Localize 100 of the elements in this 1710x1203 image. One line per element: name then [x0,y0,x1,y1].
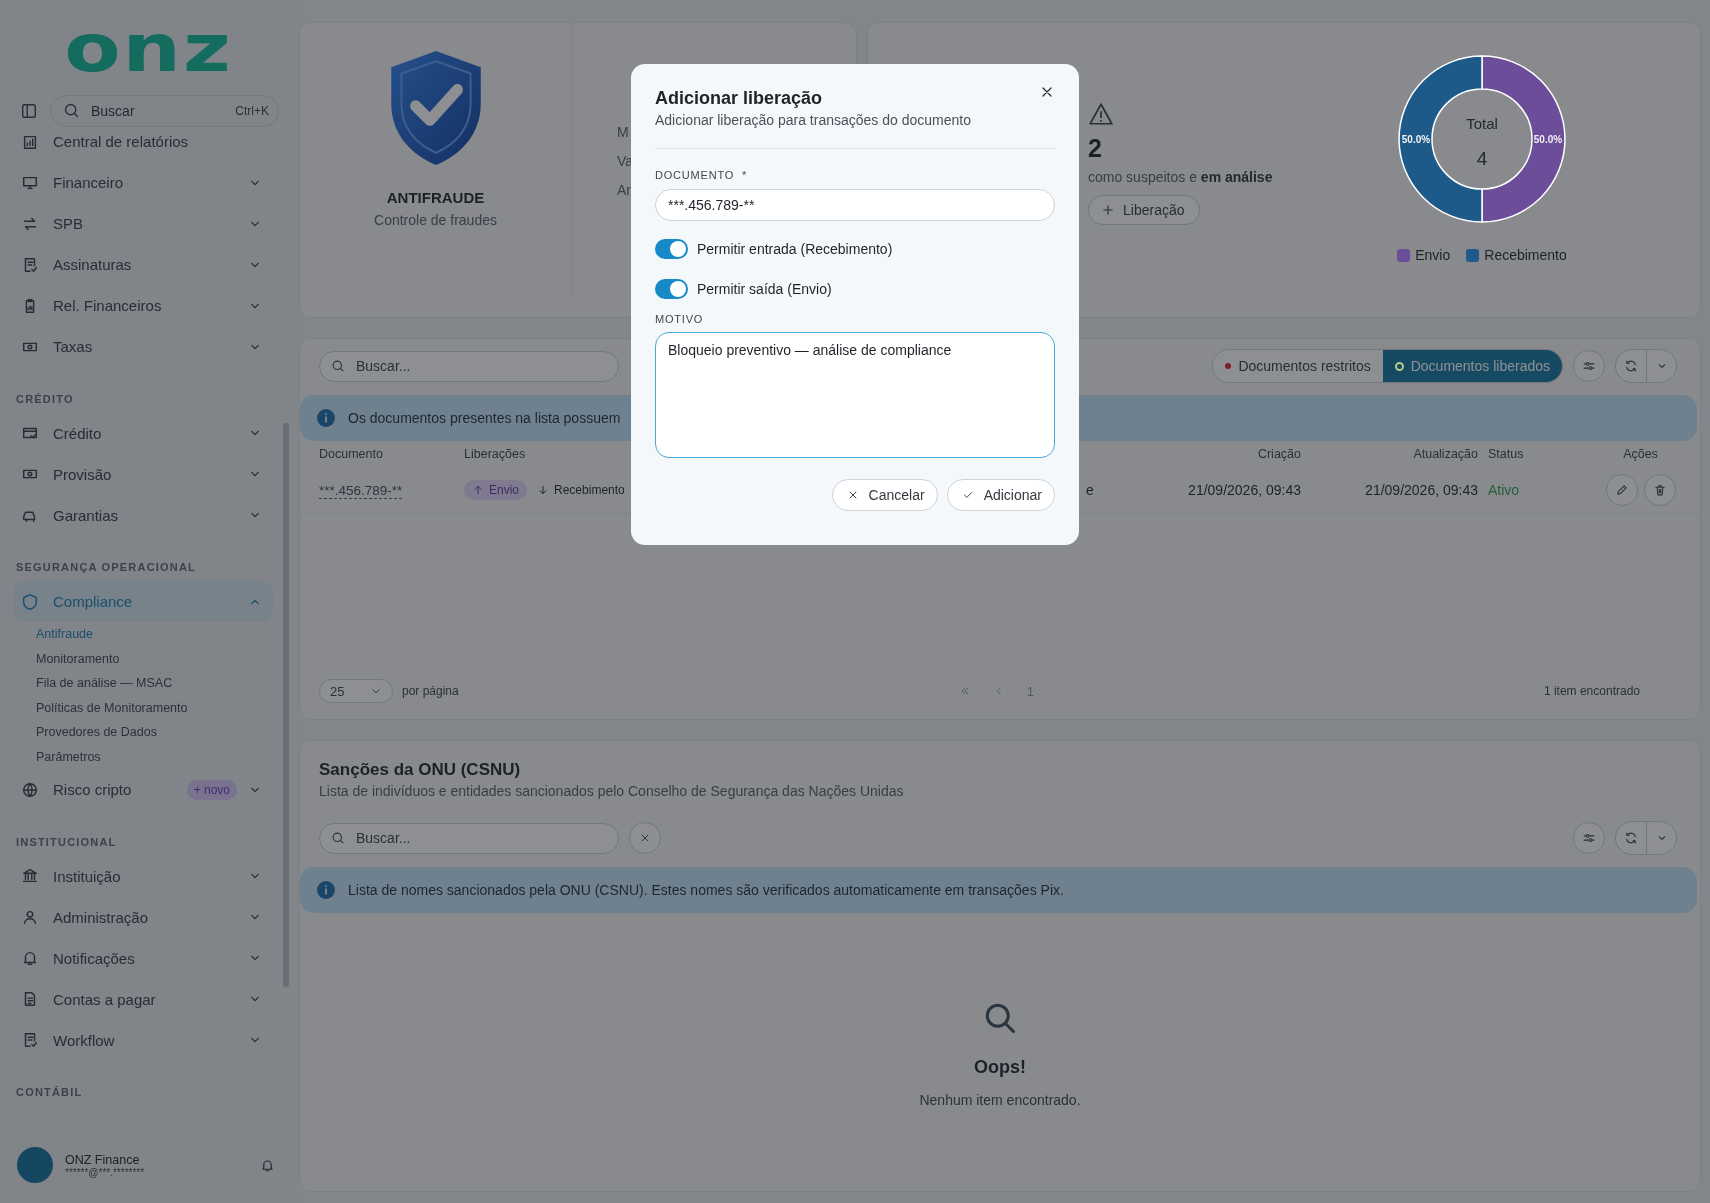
filter-tab[interactable]: Documentos restritos [1213,350,1383,382]
warning-icon [1088,101,1114,127]
stat-label: M [617,123,630,141]
toggle-label: Permitir entrada (Recebimento) [697,241,893,257]
bell-icon[interactable] [260,1157,275,1173]
column-header: Documento [319,447,384,461]
required-mark: * [742,169,748,181]
section-heading: CONTÁBIL [16,1085,84,1100]
nav-item[interactable]: Notificações [13,937,273,979]
search-icon [331,359,345,373]
nav-item[interactable]: Workflow [13,1019,273,1061]
nav-item[interactable]: Provisão [13,453,273,495]
total-label: Total [1466,115,1498,132]
filter-tab[interactable]: Documentos liberados [1382,350,1562,382]
banner-text: Os documentos presentes na lista possuem [348,410,621,426]
sidebar-toggle-icon[interactable] [20,102,38,120]
nav-item[interactable]: Crédito [13,412,273,454]
nav-item[interactable]: Assinaturas [13,244,273,285]
sliders-icon [1582,831,1596,845]
trash-icon [1652,483,1667,497]
toggle-switch[interactable] [655,239,688,259]
nav-item[interactable]: Contas a pagar [13,978,273,1020]
per-page-label: por página [402,684,459,698]
nav-item[interactable]: Instituição [13,855,273,897]
table-cell-text: 21/09/2026, 09:43 [1364,482,1478,498]
nav-item[interactable]: Financeiro [13,162,273,203]
release-label: Recebimento [554,483,625,497]
empty-text: Nenhum item encontrado. [919,1091,1081,1110]
document-link[interactable]: ***.456.789-** [319,483,403,499]
legend-label: Envio [1415,247,1451,263]
search-field[interactable]: Buscar... [319,822,619,854]
nav-item[interactable]: SPB [13,203,273,244]
module-subtitle: Controle de fraudes [374,212,497,228]
scrollbar[interactable] [283,423,289,987]
field-label: DOCUMENTO [655,169,735,181]
reason-field[interactable]: Bloqueio preventivo — análise de compliance [655,332,1055,458]
user-icon [21,908,39,926]
plus-icon [1101,203,1115,217]
section-title: Sanções da ONU (CSNU) [318,759,522,781]
bell-icon [21,949,39,967]
search-icon [63,102,80,119]
module-title: ANTIFRAUDE [386,189,485,206]
nav-item[interactable]: Rel. Financeiros [13,285,273,326]
release-badge: Envio [464,480,528,500]
suspects-count: 2 [1088,133,1102,163]
arrow-up-icon [472,484,484,496]
refresh-icon [1624,831,1638,845]
shortcut-hint: Ctrl+K [235,104,269,118]
info-icon [316,880,336,900]
nav-item[interactable]: Compliance [13,581,273,622]
arrow-down-icon [537,484,550,496]
dialog-title: Adicionar liberação [655,87,823,110]
percent-label: 50.0% [1401,134,1431,145]
shield-icon [21,592,39,611]
nav-item[interactable]: Garantias [13,494,273,536]
user-email: ******@***.******** [65,1166,146,1178]
nav-item[interactable]: Risco cripto + novo [13,769,273,810]
banner-text: Lista de nomes sancionados pela ONU (CSNU). Estes nomes são verificados automaticamente em transações Pix. [348,882,1064,898]
add-release-button[interactable]: Liberação [1088,195,1200,225]
empty-title: Oops! [974,1056,1026,1078]
user-name: ONZ Finance [65,1152,141,1167]
check-icon [961,489,974,501]
column-header: Criação [1256,447,1301,461]
nav-item[interactable]: Administração [13,896,273,938]
close-icon [639,832,651,844]
field-label: MOTIVO [655,313,705,325]
toggle-label: Permitir saída (Envio) [697,281,832,297]
page-size-select[interactable]: 25 [319,679,393,703]
total-value: 4 [1476,148,1488,169]
section-heading: CRÉDITO [16,391,75,407]
sliders-icon [1582,359,1596,373]
logo: onz [64,25,233,73]
toggle-switch[interactable] [655,279,688,299]
column-header: Ações [1622,447,1659,461]
filter-button[interactable] [1573,822,1605,854]
add-button[interactable]: Adicionar [946,479,1055,511]
document-field[interactable]: ***.456.789-** [655,189,1055,221]
edit-button[interactable] [1605,474,1638,506]
cancel-button[interactable]: Cancelar [831,479,938,511]
column-header: Atualização [1412,447,1478,461]
column-header: Liberações [464,447,527,461]
bank-icon [21,867,39,885]
new-badge: + novo [186,779,237,800]
legend-label: Recebimento [1484,247,1567,263]
section-heading: INSTITUCIONAL [16,834,118,850]
search-icon [331,831,345,845]
suspects-text: como suspeitos e em análise [1088,169,1273,185]
nav-item[interactable]: Taxas [13,326,273,367]
percent-label: 50.0% [1533,134,1563,145]
info-icon [316,408,336,428]
delete-button[interactable] [1643,474,1676,506]
table-cell-text: e [1086,482,1095,498]
refresh-icon [1624,359,1638,373]
result-count: 1 item encontrado [1543,684,1640,698]
filter-button[interactable] [1573,350,1605,382]
globe-icon [21,780,39,799]
section-heading: SEGURANÇA OPERACIONAL [16,560,198,575]
column-header: Status [1487,447,1525,461]
status-text: Ativo [1487,482,1521,498]
search-field[interactable]: Buscar... [319,350,619,382]
